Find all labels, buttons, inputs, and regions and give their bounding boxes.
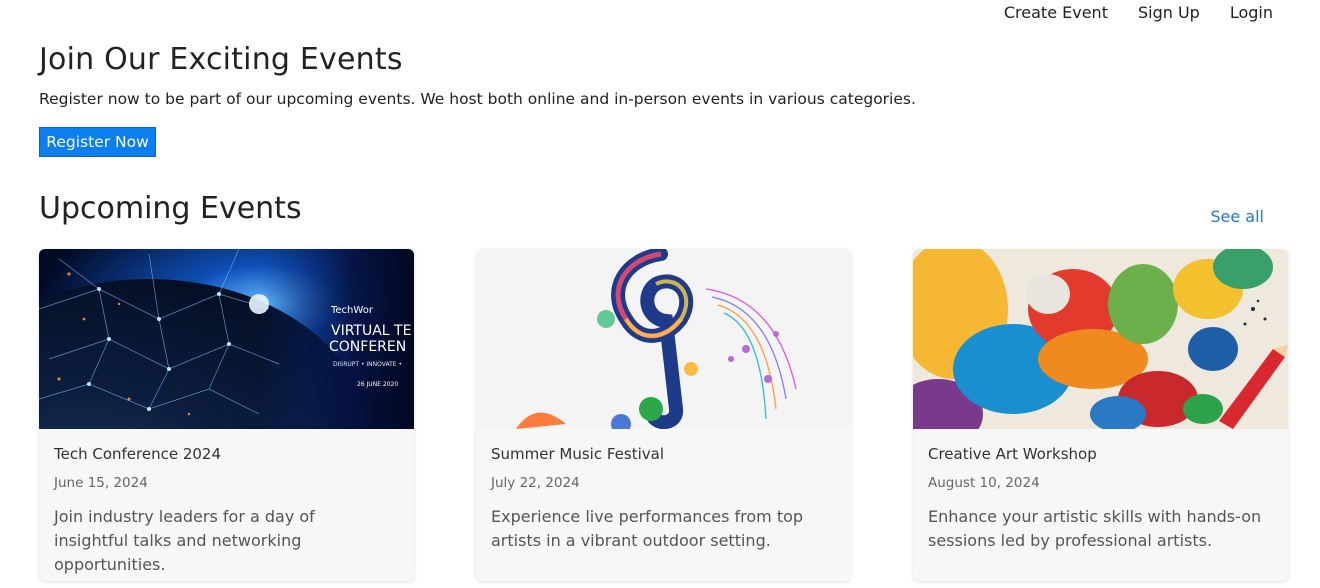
event-date: July 22, 2024 [491, 475, 580, 491]
event-card-music-festival[interactable]: Summer Music Festival July 22, 2024 Expe… [476, 249, 851, 581]
tech-image-tagline: DISRUPT • INNOVATE • [333, 361, 402, 368]
create-event-link[interactable]: Create Event [1004, 3, 1108, 23]
tech-image-line2: CONFEREN [329, 339, 406, 355]
top-nav: Create Event Sign Up Login [1004, 3, 1273, 23]
event-title[interactable]: Summer Music Festival [491, 445, 664, 463]
event-card-tech-conference[interactable]: TechWor VIRTUAL TE CONFEREN DISRUPT • IN… [39, 249, 414, 581]
event-date: August 10, 2024 [928, 475, 1040, 491]
hero-title: Join Our Exciting Events [39, 42, 403, 77]
sign-up-link[interactable]: Sign Up [1138, 3, 1200, 23]
music-festival-image [476, 249, 851, 429]
upcoming-events-title: Upcoming Events [39, 191, 302, 226]
tech-image-brand: TechWor [330, 305, 374, 316]
event-description: Join industry leaders for a day of insig… [54, 507, 315, 574]
event-title[interactable]: Tech Conference 2024 [54, 445, 221, 463]
event-description: Enhance your artistic skills with hands-… [928, 507, 1262, 550]
tech-conference-image: TechWor VIRTUAL TE CONFEREN DISRUPT • IN… [39, 249, 414, 429]
register-now-button[interactable]: Register Now [39, 127, 156, 157]
tech-image-line1: VIRTUAL TE [331, 323, 411, 339]
art-workshop-image [913, 249, 1288, 429]
hero-subtitle: Register now to be part of our upcoming … [39, 90, 916, 108]
event-date: June 15, 2024 [54, 475, 148, 491]
tech-image-date: 26 JUNE 2020 [357, 381, 398, 388]
see-all-link[interactable]: See all [1210, 207, 1264, 226]
event-card-art-workshop[interactable]: Creative Art Workshop August 10, 2024 En… [913, 249, 1288, 581]
event-description: Experience live performances from top ar… [491, 507, 804, 550]
login-link[interactable]: Login [1230, 3, 1273, 23]
event-title[interactable]: Creative Art Workshop [928, 445, 1097, 463]
